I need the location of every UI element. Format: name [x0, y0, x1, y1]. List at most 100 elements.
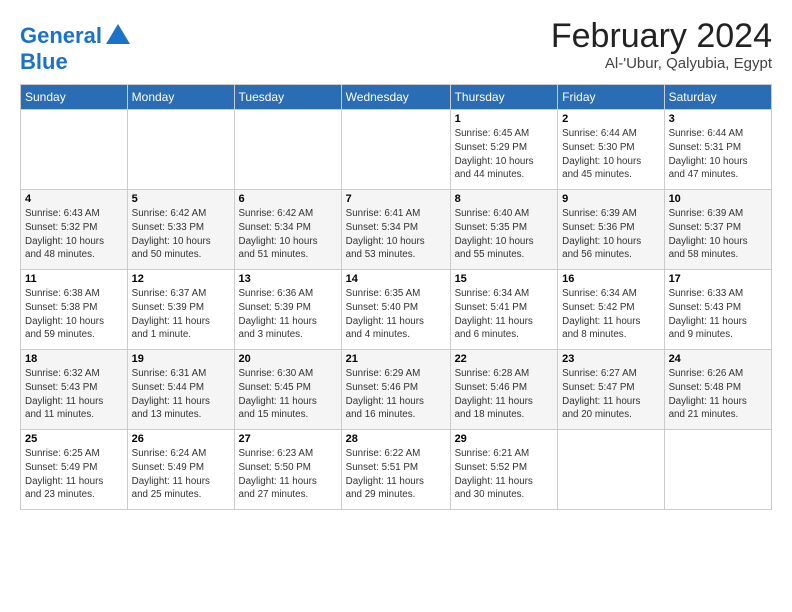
calendar-cell [664, 430, 771, 510]
day-number: 24 [669, 353, 767, 365]
calendar-cell: 17 Sunrise: 6:33 AM Sunset: 5:43 PM Dayli… [664, 270, 771, 350]
calendar-cell: 21Sunrise: 6:29 AM Sunset: 5:46 PM Dayli… [341, 350, 450, 430]
calendar-cell: 25 Sunrise: 6:25 AM Sunset: 5:49 PM Dayli… [21, 430, 128, 510]
calendar-cell: 29Sunrise: 6:21 AM Sunset: 5:52 PM Dayli… [450, 430, 558, 510]
calendar-cell [341, 110, 450, 190]
day-info: Sunrise: 6:30 AM Sunset: 5:45 PM Dayligh… [239, 367, 337, 422]
day-info: Sunrise: 6:37 AM Sunset: 5:39 PM Dayligh… [132, 287, 230, 342]
day-number: 14 [346, 273, 446, 285]
day-number: 8 [455, 193, 554, 205]
day-info: Sunrise: 6:32 AM Sunset: 5:43 PM Dayligh… [25, 367, 123, 422]
day-number: 15 [455, 273, 554, 285]
calendar-cell: 26Sunrise: 6:24 AM Sunset: 5:49 PM Dayli… [127, 430, 234, 510]
day-number: 3 [669, 113, 767, 125]
day-info: Sunrise: 6:31 AM Sunset: 5:44 PM Dayligh… [132, 367, 230, 422]
weekday-header: Wednesday [341, 85, 450, 110]
day-number: 9 [562, 193, 659, 205]
day-number: 18 [25, 353, 123, 365]
day-number: 19 [132, 353, 230, 365]
calendar-cell: 20 Sunrise: 6:30 AM Sunset: 5:45 PM Dayli… [234, 350, 341, 430]
day-info: Sunrise: 6:23 AM Sunset: 5:50 PM Dayligh… [239, 447, 337, 502]
day-number: 12 [132, 273, 230, 285]
day-info: Sunrise: 6:25 AM Sunset: 5:49 PM Dayligh… [25, 447, 123, 502]
calendar-cell: 19 Sunrise: 6:31 AM Sunset: 5:44 PM Dayli… [127, 350, 234, 430]
day-info: Sunrise: 6:42 AM Sunset: 5:33 PM Dayligh… [132, 207, 230, 262]
day-number: 23 [562, 353, 659, 365]
weekday-header: Thursday [450, 85, 558, 110]
month-title: February 2024 [551, 18, 772, 55]
day-info: Sunrise: 6:44 AM Sunset: 5:30 PM Dayligh… [562, 127, 659, 182]
calendar-cell: 7Sunrise: 6:41 AM Sunset: 5:34 PM Daylig… [341, 190, 450, 270]
day-number: 28 [346, 433, 446, 445]
day-info: Sunrise: 6:36 AM Sunset: 5:39 PM Dayligh… [239, 287, 337, 342]
calendar-cell: 8 Sunrise: 6:40 AM Sunset: 5:35 PM Daylig… [450, 190, 558, 270]
day-number: 10 [669, 193, 767, 205]
calendar-cell: 1 Sunrise: 6:45 AM Sunset: 5:29 PM Daylig… [450, 110, 558, 190]
day-number: 16 [562, 273, 659, 285]
logo-blue: Blue [20, 50, 132, 74]
calendar-cell: 28 Sunrise: 6:22 AM Sunset: 5:51 PM Dayli… [341, 430, 450, 510]
calendar-cell: 6Sunrise: 6:42 AM Sunset: 5:34 PM Daylig… [234, 190, 341, 270]
calendar-cell: 9 Sunrise: 6:39 AM Sunset: 5:36 PM Daylig… [558, 190, 664, 270]
day-number: 5 [132, 193, 230, 205]
logo: General Blue [20, 22, 132, 74]
weekday-header: Monday [127, 85, 234, 110]
day-info: Sunrise: 6:39 AM Sunset: 5:36 PM Dayligh… [562, 207, 659, 262]
weekday-header: Sunday [21, 85, 128, 110]
calendar-cell: 15 Sunrise: 6:34 AM Sunset: 5:41 PM Dayli… [450, 270, 558, 350]
calendar-cell [234, 110, 341, 190]
logo-text: General [20, 24, 102, 48]
day-number: 7 [346, 193, 446, 205]
day-number: 4 [25, 193, 123, 205]
day-info: Sunrise: 6:39 AM Sunset: 5:37 PM Dayligh… [669, 207, 767, 262]
day-info: Sunrise: 6:38 AM Sunset: 5:38 PM Dayligh… [25, 287, 123, 342]
calendar-cell [21, 110, 128, 190]
calendar-week-row: 11 Sunrise: 6:38 AM Sunset: 5:38 PM Dayli… [21, 270, 772, 350]
day-info: Sunrise: 6:21 AM Sunset: 5:52 PM Dayligh… [455, 447, 554, 502]
calendar-cell [558, 430, 664, 510]
calendar-cell: 23 Sunrise: 6:27 AM Sunset: 5:47 PM Dayli… [558, 350, 664, 430]
day-info: Sunrise: 6:34 AM Sunset: 5:42 PM Dayligh… [562, 287, 659, 342]
calendar-cell: 16 Sunrise: 6:34 AM Sunset: 5:42 PM Dayli… [558, 270, 664, 350]
calendar-cell: 14 Sunrise: 6:35 AM Sunset: 5:40 PM Dayli… [341, 270, 450, 350]
logo-general: General [20, 23, 102, 48]
day-number: 6 [239, 193, 337, 205]
calendar-cell: 5 Sunrise: 6:42 AM Sunset: 5:33 PM Daylig… [127, 190, 234, 270]
day-number: 21 [346, 353, 446, 365]
calendar-cell: 24Sunrise: 6:26 AM Sunset: 5:48 PM Dayli… [664, 350, 771, 430]
page: General Blue February 2024 Al-'Ubur, Qal… [0, 0, 792, 520]
day-number: 20 [239, 353, 337, 365]
calendar-cell: 12 Sunrise: 6:37 AM Sunset: 5:39 PM Dayli… [127, 270, 234, 350]
day-number: 13 [239, 273, 337, 285]
calendar-week-row: 25 Sunrise: 6:25 AM Sunset: 5:49 PM Dayli… [21, 430, 772, 510]
day-info: Sunrise: 6:22 AM Sunset: 5:51 PM Dayligh… [346, 447, 446, 502]
calendar-cell: 27Sunrise: 6:23 AM Sunset: 5:50 PM Dayli… [234, 430, 341, 510]
day-info: Sunrise: 6:34 AM Sunset: 5:41 PM Dayligh… [455, 287, 554, 342]
day-number: 1 [455, 113, 554, 125]
weekday-header: Friday [558, 85, 664, 110]
day-number: 2 [562, 113, 659, 125]
day-info: Sunrise: 6:33 AM Sunset: 5:43 PM Dayligh… [669, 287, 767, 342]
day-info: Sunrise: 6:43 AM Sunset: 5:32 PM Dayligh… [25, 207, 123, 262]
calendar-week-row: 1 Sunrise: 6:45 AM Sunset: 5:29 PM Daylig… [21, 110, 772, 190]
calendar-cell [127, 110, 234, 190]
day-number: 17 [669, 273, 767, 285]
logo-icon [104, 22, 132, 50]
title-area: February 2024 Al-'Ubur, Qalyubia, Egypt [551, 18, 772, 72]
header: General Blue February 2024 Al-'Ubur, Qal… [20, 18, 772, 74]
calendar-week-row: 4 Sunrise: 6:43 AM Sunset: 5:32 PM Daylig… [21, 190, 772, 270]
day-info: Sunrise: 6:27 AM Sunset: 5:47 PM Dayligh… [562, 367, 659, 422]
calendar-cell: 3 Sunrise: 6:44 AM Sunset: 5:31 PM Daylig… [664, 110, 771, 190]
calendar-cell: 4 Sunrise: 6:43 AM Sunset: 5:32 PM Daylig… [21, 190, 128, 270]
day-info: Sunrise: 6:44 AM Sunset: 5:31 PM Dayligh… [669, 127, 767, 182]
day-number: 25 [25, 433, 123, 445]
calendar-cell: 13 Sunrise: 6:36 AM Sunset: 5:39 PM Dayli… [234, 270, 341, 350]
weekday-header: Tuesday [234, 85, 341, 110]
day-info: Sunrise: 6:40 AM Sunset: 5:35 PM Dayligh… [455, 207, 554, 262]
day-info: Sunrise: 6:35 AM Sunset: 5:40 PM Dayligh… [346, 287, 446, 342]
day-info: Sunrise: 6:45 AM Sunset: 5:29 PM Dayligh… [455, 127, 554, 182]
calendar-header-row: SundayMondayTuesdayWednesdayThursdayFrid… [21, 85, 772, 110]
day-number: 26 [132, 433, 230, 445]
calendar-cell: 2 Sunrise: 6:44 AM Sunset: 5:30 PM Daylig… [558, 110, 664, 190]
day-number: 11 [25, 273, 123, 285]
